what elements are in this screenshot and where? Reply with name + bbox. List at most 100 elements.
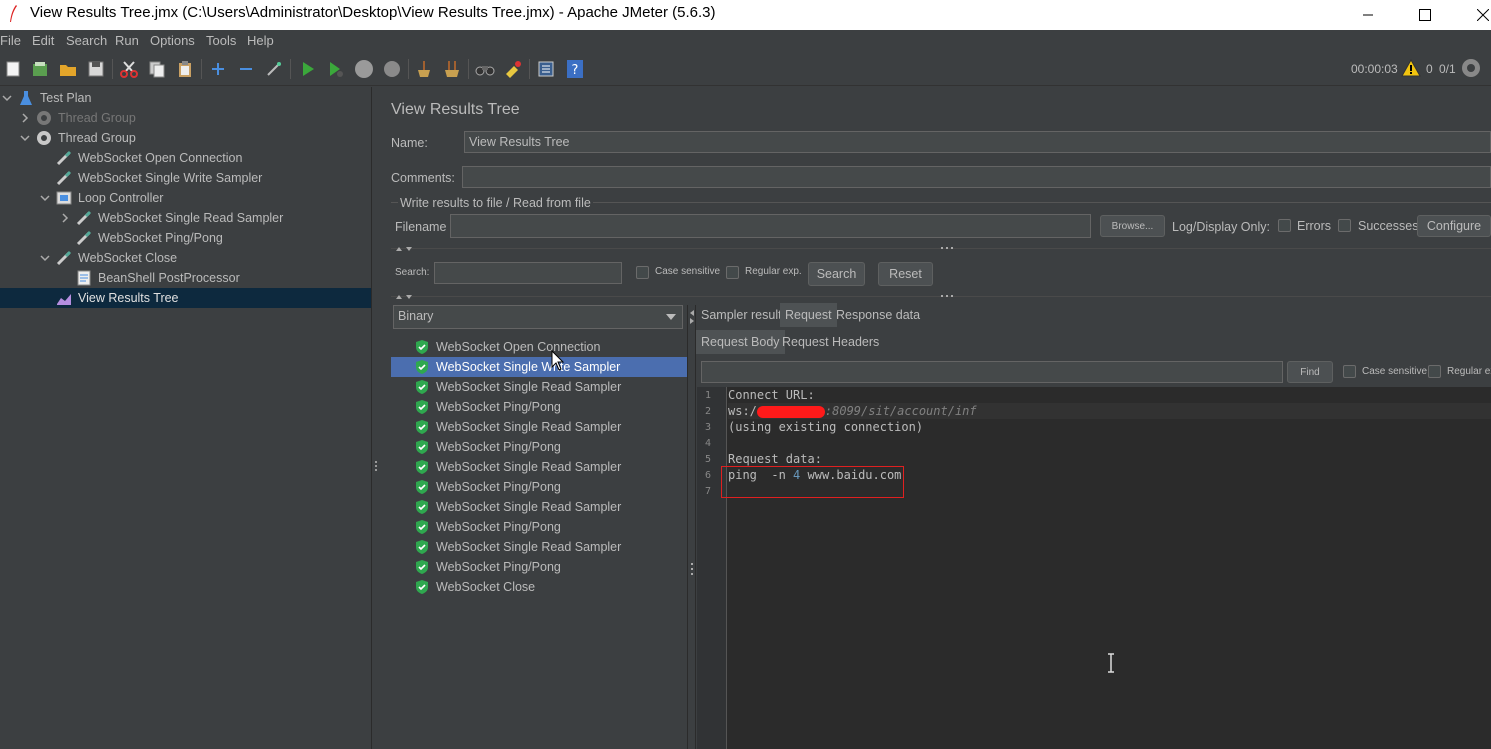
result-item[interactable]: WebSocket Ping/Pong xyxy=(391,517,687,537)
tree-node-ws-write[interactable]: WebSocket Single Write Sampler xyxy=(56,168,262,188)
renderer-select[interactable]: Binary xyxy=(393,305,683,329)
menu-search[interactable]: Search xyxy=(66,33,107,48)
expand-icon[interactable] xyxy=(18,111,32,125)
configure-button[interactable]: Configure xyxy=(1417,215,1491,237)
splitter-grip xyxy=(375,465,377,467)
success-shield-icon xyxy=(415,420,429,434)
splitter-arrows-icon[interactable] xyxy=(395,245,417,253)
help-button[interactable]: ? xyxy=(564,58,586,80)
tree-node-ws-pingpong[interactable]: WebSocket Ping/Pong xyxy=(76,228,223,248)
regular-exp-checkbox[interactable] xyxy=(726,266,739,279)
menu-run[interactable]: Run xyxy=(115,33,139,48)
filename-field[interactable] xyxy=(450,214,1091,238)
close-window-button[interactable] xyxy=(1460,0,1491,30)
start-no-pauses-button[interactable] xyxy=(325,58,347,80)
warning-indicator[interactable] xyxy=(1400,57,1422,79)
start-button[interactable] xyxy=(297,58,319,80)
detail-case-sensitive-checkbox[interactable] xyxy=(1343,365,1356,378)
toolbar-separator xyxy=(468,59,469,79)
tree-node-beanshell[interactable]: BeanShell PostProcessor xyxy=(76,268,240,288)
tree-node-loop-controller[interactable]: Loop Controller xyxy=(38,188,163,208)
splitter-arrows-icon[interactable] xyxy=(395,293,417,301)
errors-checkbox[interactable] xyxy=(1278,219,1291,232)
stop-button[interactable] xyxy=(353,58,375,80)
result-item[interactable]: WebSocket Ping/Pong xyxy=(391,437,687,457)
result-item[interactable]: WebSocket Single Write Sampler xyxy=(391,357,687,377)
expand-all-button[interactable] xyxy=(207,58,229,80)
tree-node-ws-open[interactable]: WebSocket Open Connection xyxy=(56,148,242,168)
search-input[interactable] xyxy=(434,262,622,284)
search-button[interactable]: Search xyxy=(808,262,865,286)
tab-request[interactable]: Request xyxy=(780,303,837,327)
mouse-pointer-icon xyxy=(551,350,565,371)
collapse-all-button[interactable] xyxy=(235,58,257,80)
result-item[interactable]: WebSocket Open Connection xyxy=(391,337,687,357)
minimize-button[interactable] xyxy=(1345,0,1391,30)
shutdown-button[interactable] xyxy=(381,58,403,80)
reset-button[interactable]: Reset xyxy=(878,262,933,286)
maximize-button[interactable] xyxy=(1402,0,1448,30)
tree-node-thread-group[interactable]: Thread Group xyxy=(18,128,136,148)
toggle-button[interactable] xyxy=(263,58,285,80)
tab-response-data[interactable]: Response data xyxy=(831,303,925,327)
find-input[interactable] xyxy=(701,361,1283,383)
new-button[interactable] xyxy=(2,58,24,80)
comments-field[interactable] xyxy=(462,166,1491,188)
name-field[interactable]: View Results Tree xyxy=(464,131,1491,153)
result-item[interactable]: WebSocket Single Read Sampler xyxy=(391,417,687,437)
successes-label: Successes xyxy=(1358,219,1419,233)
result-item[interactable]: WebSocket Ping/Pong xyxy=(391,557,687,577)
clear-button[interactable] xyxy=(413,58,435,80)
cut-button[interactable] xyxy=(118,58,140,80)
collapse-icon[interactable] xyxy=(0,91,14,105)
templates-icon xyxy=(33,62,47,76)
function-helper-button[interactable] xyxy=(535,58,557,80)
tree-splitter[interactable] xyxy=(371,87,381,749)
reset-search-button[interactable] xyxy=(502,58,524,80)
copy-button[interactable] xyxy=(146,58,168,80)
splitter-grip-icon xyxy=(941,295,953,297)
plus-icon xyxy=(212,63,224,75)
pipette-icon xyxy=(76,230,92,246)
paste-button[interactable] xyxy=(174,58,196,80)
request-body-editor[interactable]: 1 2 3 4 5 6 7 Connect URL: ws:/:8099/sit… xyxy=(697,387,1491,749)
tree-node-ws-close[interactable]: WebSocket Close xyxy=(38,248,177,268)
case-sensitive-checkbox[interactable] xyxy=(636,266,649,279)
title-bar: View Results Tree.jmx (C:\Users\Administ… xyxy=(0,0,1491,30)
result-item[interactable]: WebSocket Ping/Pong xyxy=(391,397,687,417)
find-button[interactable]: Find xyxy=(1287,361,1333,383)
tree-node-ws-read[interactable]: WebSocket Single Read Sampler xyxy=(58,208,283,228)
collapse-icon[interactable] xyxy=(38,251,52,265)
tab-sampler-result[interactable]: Sampler result xyxy=(696,303,787,327)
result-item[interactable]: WebSocket Ping/Pong xyxy=(391,477,687,497)
tree-node-test-plan[interactable]: Test Plan xyxy=(0,88,91,108)
pipette-icon xyxy=(56,250,72,266)
tree-node-view-results-tree[interactable]: View Results Tree xyxy=(56,288,179,308)
open-button[interactable] xyxy=(57,58,79,80)
menu-tools[interactable]: Tools xyxy=(206,33,236,48)
browse-button[interactable]: Browse... xyxy=(1100,215,1165,237)
menu-edit[interactable]: Edit xyxy=(32,33,54,48)
page-title: View Results Tree xyxy=(391,101,520,118)
clear-all-button[interactable] xyxy=(441,58,463,80)
search-button[interactable] xyxy=(474,58,496,80)
collapse-icon[interactable] xyxy=(38,191,52,205)
menu-file[interactable]: File xyxy=(0,33,21,48)
detail-regular-exp-checkbox[interactable] xyxy=(1428,365,1441,378)
result-item[interactable]: WebSocket Single Read Sampler xyxy=(391,497,687,517)
successes-checkbox[interactable] xyxy=(1338,219,1351,232)
tab-request-headers[interactable]: Request Headers xyxy=(777,330,884,354)
results-splitter[interactable] xyxy=(687,305,696,749)
save-button[interactable] xyxy=(85,58,107,80)
result-item[interactable]: WebSocket Single Read Sampler xyxy=(391,457,687,477)
result-item[interactable]: WebSocket Single Read Sampler xyxy=(391,537,687,557)
templates-button[interactable] xyxy=(29,58,51,80)
tree-node-thread-group-disabled[interactable]: Thread Group xyxy=(18,108,136,128)
tab-request-body[interactable]: Request Body xyxy=(696,330,785,354)
menu-options[interactable]: Options xyxy=(150,33,195,48)
collapse-icon[interactable] xyxy=(18,131,32,145)
result-item[interactable]: WebSocket Close xyxy=(391,577,687,597)
result-item[interactable]: WebSocket Single Read Sampler xyxy=(391,377,687,397)
menu-help[interactable]: Help xyxy=(247,33,274,48)
expand-icon[interactable] xyxy=(58,211,72,225)
